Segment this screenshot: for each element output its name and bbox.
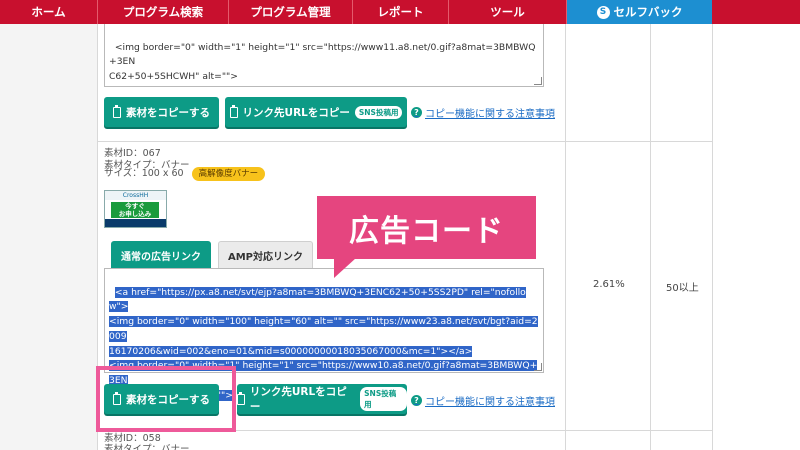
banner-footer xyxy=(105,219,166,227)
banner-logo: CrossHH xyxy=(105,191,166,200)
question-icon: ? xyxy=(411,395,422,406)
clipboard-icon xyxy=(113,104,121,118)
material-id: 素材ID：067 xyxy=(104,148,161,159)
nav-home[interactable]: ホーム xyxy=(0,0,98,24)
nav-program-search[interactable]: プログラム検索 xyxy=(98,0,229,24)
question-icon: ? xyxy=(411,107,422,118)
copy-link-label: リンク先URLをコピー xyxy=(242,106,350,119)
banner-preview: CrossHH 今すぐ お申し込み xyxy=(104,190,167,228)
conversion-rate: 2.61% xyxy=(593,279,625,290)
table-divider xyxy=(565,24,566,450)
table-divider xyxy=(712,24,713,450)
tab-amp-link[interactable]: AMP対応リンク xyxy=(218,241,313,269)
material-size-row: サイズ：100 x 60 高解像度バナー xyxy=(104,167,266,181)
sns-badge: SNS投稿用 xyxy=(360,387,407,411)
table-divider xyxy=(650,24,651,450)
clipboard-icon xyxy=(229,104,238,118)
nav-self-back[interactable]: S セルフバック xyxy=(567,0,712,24)
table-left-gutter xyxy=(0,24,97,450)
banner-apply-text: 今すぐ お申し込み xyxy=(111,202,159,218)
copy-button-highlight xyxy=(96,366,236,432)
resize-handle-icon[interactable] xyxy=(534,77,542,85)
copy-link-url-button-prev[interactable]: リンク先URLをコピー SNS投稿用 xyxy=(225,97,407,127)
copy-link-label: リンク先URLをコピー xyxy=(249,386,347,413)
copy-notice-label: コピー機能に関する注意事項 xyxy=(425,109,555,120)
nav-report[interactable]: レポート xyxy=(353,0,449,24)
row-divider xyxy=(97,141,712,142)
copy-material-button-prev[interactable]: 素材をコピーする xyxy=(104,97,219,127)
nav-self-back-label: セルフバック xyxy=(613,5,683,19)
clipboard-icon xyxy=(237,391,245,405)
resize-handle-icon[interactable] xyxy=(534,363,542,371)
copy-notice-label: コピー機能に関する注意事項 xyxy=(425,397,555,408)
callout-tail xyxy=(334,258,356,278)
tab-normal-ad-link[interactable]: 通常の広告リンク xyxy=(111,241,211,269)
self-back-icon: S xyxy=(596,5,610,19)
copy-notice-link[interactable]: ? コピー機能に関する注意事項 xyxy=(411,393,555,408)
top-nav: ホーム プログラム検索 プログラム管理 レポート ツール S セルフバック xyxy=(0,0,800,24)
code-text-prev: <img border="0" width="1" height="1" src… xyxy=(109,41,536,83)
nav-program-manage[interactable]: プログラム管理 xyxy=(229,0,353,24)
nav-tools[interactable]: ツール xyxy=(449,0,567,24)
ad-code-callout: 広告コード xyxy=(317,196,536,259)
hires-badge: 高解像度バナー xyxy=(191,167,266,181)
material-size: サイズ：100 x 60 xyxy=(104,168,184,179)
copy-notice-link-prev[interactable]: ? コピー機能に関する注意事項 xyxy=(411,105,555,120)
copy-material-label: 素材をコピーする xyxy=(126,106,210,119)
copy-link-url-button[interactable]: リンク先URLをコピー SNS投稿用 xyxy=(237,384,407,414)
code-textarea-prev[interactable]: <img border="0" width="1" height="1" src… xyxy=(104,24,544,87)
material-type-next: 素材タイプ：バナー xyxy=(104,444,190,450)
sns-badge: SNS投稿用 xyxy=(354,105,403,119)
code-textarea-main[interactable]: <a href="https://px.a8.net/svt/ejp?a8mat… xyxy=(104,268,544,401)
approval-count: 50以上 xyxy=(666,283,699,294)
